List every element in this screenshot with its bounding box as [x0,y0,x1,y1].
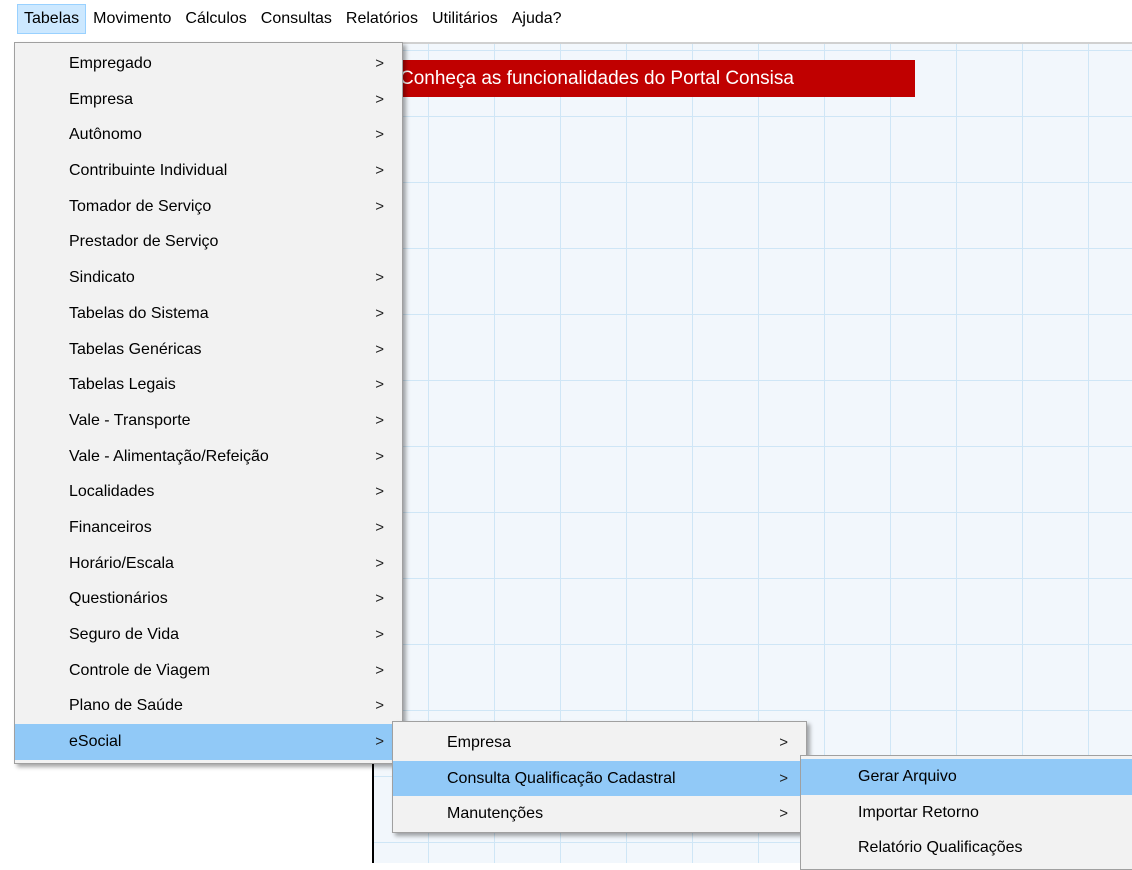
menu-item-label: Empresa [447,734,512,751]
chevron-right-icon: > [375,197,384,215]
tabelas-item-tomador-de-servico[interactable]: Tomador de Serviço > [15,189,402,225]
cqc-item-importar-retorno[interactable]: Importar Retorno [801,795,1132,831]
chevron-right-icon: > [375,376,384,394]
menu-item-label: Sindicato [69,269,135,287]
chevron-right-icon: > [375,55,384,72]
chevron-right-icon: > [375,697,384,715]
chevron-right-icon: > [375,411,384,429]
tabelas-item-localidades[interactable]: Localidades > [15,474,402,510]
tabelas-item-plano-de-saude[interactable]: Plano de Saúde > [15,688,402,724]
chevron-right-icon: > [375,90,384,108]
tabelas-item-contribuinte-individual[interactable]: Contribuinte Individual > [15,153,402,189]
cqc-item-relatorio-qualificacoes[interactable]: Relatório Qualificações [801,830,1132,866]
chevron-right-icon: > [375,447,384,465]
menu-bar: Tabelas Movimento Cálculos Consultas Rel… [0,0,1132,40]
esocial-item-empresa[interactable]: Empresa > [393,725,806,761]
portal-banner[interactable]: Conheça as funcionalidades do Portal Con… [398,60,915,97]
chevron-right-icon: > [375,269,384,287]
chevron-right-icon: > [375,626,384,643]
tabelas-item-controle-de-viagem[interactable]: Controle de Viagem > [15,653,402,689]
cqc-item-gerar-arquivo[interactable]: Gerar Arquivo [801,759,1132,795]
menu-item-label: Autônomo [69,126,142,144]
menu-item-label: Vale - Alimentação/Refeição [69,447,269,465]
tabelas-item-tabelas-do-sistema[interactable]: Tabelas do Sistema > [15,296,402,332]
tabelas-item-vale-alimentacao-refeicao[interactable]: Vale - Alimentação/Refeição > [15,439,402,475]
tabelas-item-questionarios[interactable]: Questionários > [15,581,402,617]
menu-item-label: Questionários [69,590,168,608]
menu-item-label: Tabelas do Sistema [69,304,209,322]
menu-item-label: Seguro de Vida [69,626,180,643]
menu-consultas[interactable]: Consultas [254,4,339,34]
menu-item-label: Prestador de Serviço [69,233,219,251]
menu-item-label: Tomador de Serviço [69,197,212,215]
menu-item-label: Relatório Qualificações [858,839,1023,857]
menu-item-label: Contribuinte Individual [69,162,228,180]
menu-item-label: Financeiros [69,518,152,536]
menu-utilitarios[interactable]: Utilitários [425,4,505,34]
tabelas-item-tabelas-genericas[interactable]: Tabelas Genéricas > [15,332,402,368]
menu-item-label: eSocial [69,733,122,751]
chevron-right-icon: > [375,518,384,536]
menu-item-label: Plano de Saúde [69,697,183,715]
menu-ajuda[interactable]: Ajuda? [505,4,569,34]
tabelas-item-seguro-de-vida[interactable]: Seguro de Vida > [15,617,402,653]
menu-item-label: Empresa [69,90,134,108]
menu-item-label: Controle de Viagem [69,661,211,679]
chevron-right-icon: > [375,661,384,679]
tabelas-item-horario-escala[interactable]: Horário/Escala > [15,546,402,582]
chevron-right-icon: > [779,805,788,823]
consulta-qualificacao-submenu: Gerar Arquivo Importar Retorno Relatório Q… [800,755,1132,870]
menu-tabelas[interactable]: Tabelas [17,4,87,34]
chevron-right-icon: > [375,126,384,144]
tabelas-item-prestador-de-servico[interactable]: Prestador de Serviço [15,224,402,260]
tabelas-item-empregado[interactable]: Empregado > [15,46,402,82]
esocial-item-manutencoes[interactable]: Manutenções > [393,796,806,832]
menu-movimento[interactable]: Movimento [86,4,178,34]
menu-item-label: Tabelas Genéricas [69,340,202,358]
chevron-right-icon: > [375,483,384,501]
menu-item-label: Consulta Qualificação Cadastral [447,769,676,787]
menu-item-label: Tabelas Legais [69,376,176,394]
menu-item-label: Localidades [69,483,155,501]
chevron-right-icon: > [375,304,384,322]
tabelas-item-sindicato[interactable]: Sindicato > [15,260,402,296]
menu-relatorios[interactable]: Relatórios [339,4,425,34]
tabelas-item-tabelas-legais[interactable]: Tabelas Legais > [15,367,402,403]
menu-item-label: Horário/Escala [69,554,174,572]
tabelas-item-financeiros[interactable]: Financeiros > [15,510,402,546]
chevron-right-icon: > [375,733,384,751]
chevron-right-icon: > [375,590,384,608]
esocial-submenu: Empresa > Consulta Qualificação Cadastral >… [392,721,807,833]
chevron-right-icon: > [375,340,384,358]
menu-item-label: Manutenções [447,805,544,823]
chevron-right-icon: > [779,734,788,751]
esocial-item-consulta-qualificacao-cadastral[interactable]: Consulta Qualificação Cadastral > [393,760,806,797]
chevron-right-icon: > [375,162,384,180]
menu-item-label: Empregado [69,55,152,72]
tabelas-item-esocial[interactable]: eSocial > [15,724,402,760]
menu-item-label: Vale - Transporte [69,411,191,429]
background-window-edge [2,44,10,88]
menu-item-label: Gerar Arquivo [858,768,957,785]
menu-calculos[interactable]: Cálculos [178,4,253,34]
chevron-right-icon: > [779,769,788,787]
chevron-right-icon: > [375,554,384,572]
tabelas-item-vale-transporte[interactable]: Vale - Transporte > [15,403,402,439]
tabelas-item-autonomo[interactable]: Autônomo > [15,117,402,153]
tabelas-dropdown-menu: Empregado > Empresa > Autônomo > Contribuinte … [14,42,403,764]
tabelas-item-empresa[interactable]: Empresa > [15,82,402,118]
menu-item-label: Importar Retorno [858,803,979,821]
